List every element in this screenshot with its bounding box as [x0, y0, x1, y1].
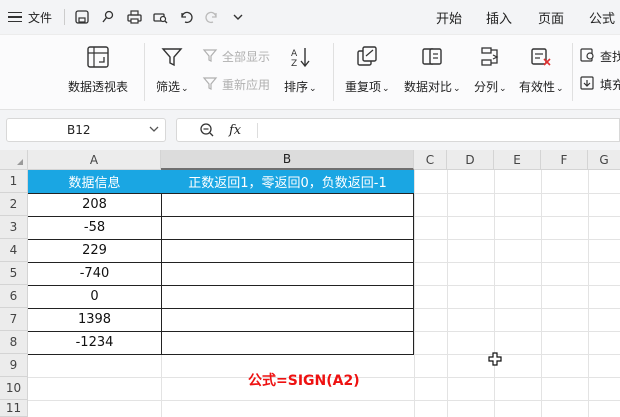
row-header-7[interactable]: 7 — [0, 308, 28, 331]
table-border — [28, 262, 414, 263]
table-border — [28, 308, 414, 309]
filter-icon — [160, 45, 184, 72]
cell-a3[interactable]: -58 — [28, 216, 161, 239]
gridline — [447, 170, 448, 417]
cell-a6[interactable]: 0 — [28, 285, 161, 308]
gridline — [494, 170, 495, 417]
column-header-e[interactable]: E — [494, 150, 541, 170]
sort-button[interactable]: AZ 排序⌄ — [284, 45, 317, 95]
table-border — [161, 193, 162, 355]
header-cell-b1[interactable]: 正数返回1，零返回0，负数返回-1 — [161, 170, 414, 193]
row-header-8[interactable]: 8 — [0, 331, 28, 354]
row-header-6[interactable]: 6 — [0, 285, 28, 308]
split-column-button[interactable]: 分列⌄ — [474, 45, 507, 95]
tab-page[interactable]: 页面 — [538, 8, 564, 27]
duplicates-icon — [355, 45, 379, 72]
table-border — [28, 193, 414, 194]
reapply-filter-icon — [202, 75, 218, 94]
show-all-button[interactable]: 全部显示 — [202, 47, 270, 66]
select-all-corner[interactable] — [0, 150, 28, 170]
print-preview-icon[interactable] — [151, 8, 169, 26]
table-border — [413, 193, 414, 355]
pivot-table-button[interactable]: 数据透视表 — [68, 45, 128, 95]
ribbon: 数据透视表 筛选⌄ 全部显示 重新应用 AZ 排序⌄ 重复项⌄ 数据对比⌄ 分列… — [0, 34, 620, 110]
divider — [144, 43, 145, 101]
validity-button[interactable]: 有效性⌄ — [519, 45, 564, 95]
row-header-3[interactable]: 3 — [0, 216, 28, 239]
find-icon — [580, 47, 596, 66]
menu-icon[interactable] — [8, 11, 22, 23]
formula-annotation: 公式=SIGN(A2) — [248, 373, 360, 389]
divider — [257, 123, 258, 138]
format-painter-icon[interactable] — [99, 8, 117, 26]
cell-reference: B12 — [67, 123, 91, 137]
table-border — [28, 216, 414, 217]
row-header-4[interactable]: 4 — [0, 239, 28, 262]
gridline — [541, 170, 542, 417]
column-header-c[interactable]: C — [414, 150, 447, 170]
cell-a2[interactable]: 208 — [28, 193, 161, 216]
sort-icon: AZ — [288, 45, 312, 72]
file-menu[interactable]: 文件 — [28, 9, 52, 26]
cell-a8[interactable]: -1234 — [28, 331, 161, 354]
undo-icon[interactable] — [177, 8, 195, 26]
row-header-11[interactable]: 11 — [0, 400, 28, 417]
pivot-table-icon — [85, 45, 111, 72]
divider — [572, 43, 573, 101]
compare-icon — [420, 45, 444, 72]
column-header-g[interactable]: G — [588, 150, 620, 170]
divider — [333, 43, 334, 101]
svg-text:A: A — [291, 49, 298, 59]
formula-input[interactable]: fx — [176, 118, 620, 142]
quick-access-toolbar — [64, 8, 247, 26]
tab-insert[interactable]: 插入 — [486, 8, 512, 27]
filter-button[interactable]: 筛选⌄ — [156, 45, 189, 95]
column-header-b[interactable]: B — [161, 150, 414, 170]
row-header-10[interactable]: 10 — [0, 377, 28, 400]
tab-home[interactable]: 开始 — [436, 8, 462, 27]
cell-a4[interactable]: 229 — [28, 239, 161, 262]
chevron-down-icon[interactable] — [149, 125, 159, 136]
chevron-down-icon[interactable] — [229, 8, 247, 26]
table-border — [28, 331, 414, 332]
zoom-icon[interactable] — [199, 122, 215, 141]
duplicates-button[interactable]: 重复项⌄ — [345, 45, 390, 95]
gridline — [28, 400, 620, 401]
data-compare-button[interactable]: 数据对比⌄ — [404, 45, 461, 95]
tab-formulas[interactable]: 公式 — [589, 8, 615, 27]
row-header-1[interactable]: 1 — [0, 170, 28, 193]
menu-bar: 文件 开始 插入 页面 公式 — [0, 0, 620, 34]
find-button[interactable]: 查找 — [580, 47, 620, 66]
table-border — [28, 239, 414, 240]
divider — [64, 9, 66, 25]
column-header-a[interactable]: A — [28, 150, 161, 170]
column-header-f[interactable]: F — [541, 150, 588, 170]
gridline — [588, 170, 589, 417]
svg-text:Z: Z — [291, 59, 297, 69]
fx-icon[interactable]: fx — [229, 123, 241, 138]
cell-a5[interactable]: -740 — [28, 262, 161, 285]
row-header-2[interactable]: 2 — [0, 193, 28, 216]
row-header-9[interactable]: 9 — [0, 354, 28, 377]
fill-button[interactable]: 填充 — [580, 75, 620, 94]
reapply-button[interactable]: 重新应用 — [202, 75, 270, 94]
gridline — [414, 170, 415, 417]
cell-cursor-icon — [488, 352, 502, 369]
spreadsheet-grid[interactable]: A B C D E F G 1 2 3 4 5 6 7 8 9 10 11 数据… — [0, 150, 620, 417]
redo-icon[interactable] — [203, 8, 221, 26]
row-header-5[interactable]: 5 — [0, 262, 28, 285]
name-box[interactable]: B12 — [6, 118, 166, 142]
table-border — [28, 285, 414, 286]
column-header-d[interactable]: D — [447, 150, 494, 170]
table-border — [28, 354, 414, 355]
formula-bar: B12 fx — [0, 110, 620, 150]
fill-icon — [580, 75, 596, 94]
save-icon[interactable] — [73, 8, 91, 26]
header-cell-a1[interactable]: 数据信息 — [28, 170, 161, 193]
clear-filter-icon — [202, 47, 218, 66]
validity-icon — [529, 45, 553, 72]
print-icon[interactable] — [125, 8, 143, 26]
cell-a7[interactable]: 1398 — [28, 308, 161, 331]
split-column-icon — [478, 45, 502, 72]
